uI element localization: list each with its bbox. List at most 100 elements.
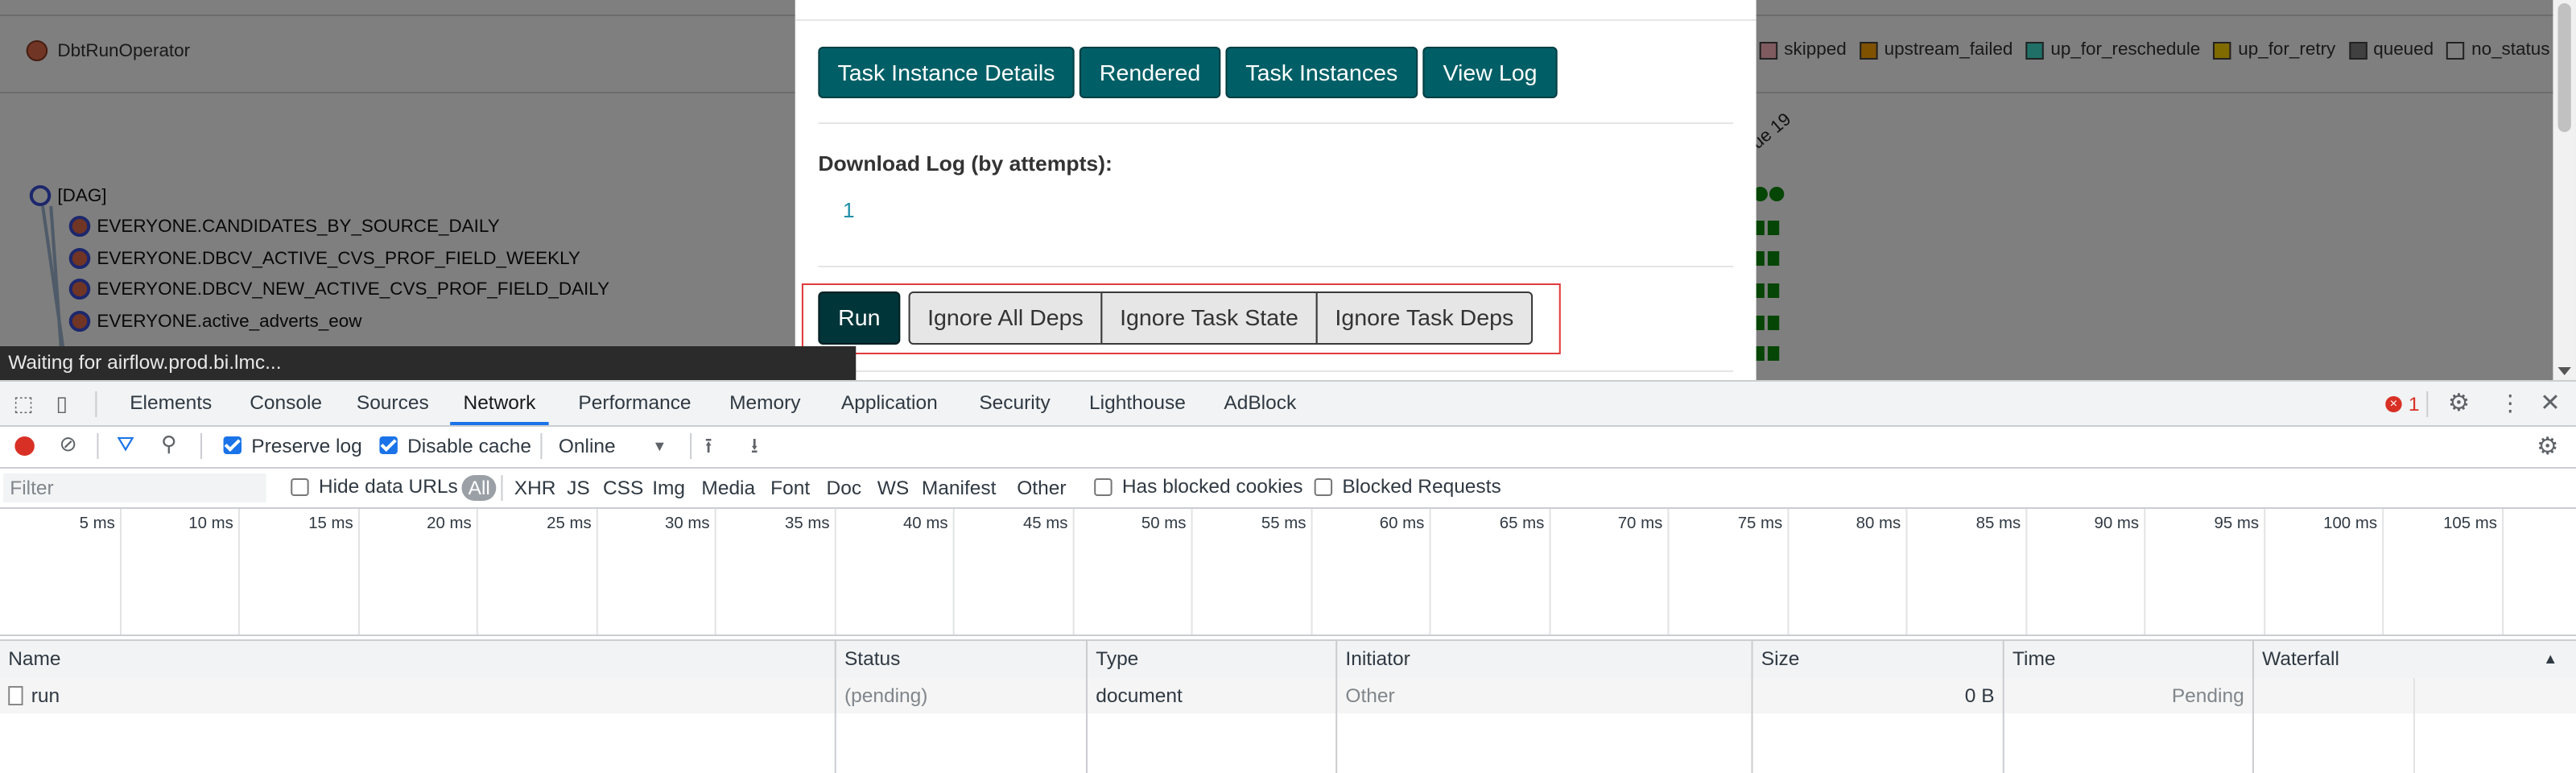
column-divider	[2252, 713, 2254, 773]
tab-sources[interactable]: Sources	[357, 382, 429, 425]
timeline-gridline	[1191, 509, 1193, 635]
type-filter-all[interactable]: All	[461, 475, 497, 501]
tab-memory[interactable]: Memory	[729, 382, 800, 425]
status-bar-tooltip: Waiting for airflow.prod.bi.lmc...	[0, 346, 857, 380]
modal-divider	[818, 266, 1734, 267]
timeline-tick-label: 5 ms	[79, 515, 115, 533]
type-filter-css[interactable]: CSS	[603, 475, 643, 501]
column-header-name[interactable]: Name	[0, 641, 836, 678]
preserve-log-checkbox[interactable]	[223, 436, 242, 454]
tab-network[interactable]: Network	[450, 382, 549, 425]
has-blocked-cookies-label: Has blocked cookies	[1121, 475, 1303, 498]
error-counter[interactable]: × 1	[2385, 393, 2419, 415]
filter-input[interactable]: Filter	[3, 473, 266, 502]
type-filter-manifest[interactable]: Manifest	[922, 475, 997, 501]
timeline-tick-label: 50 ms	[1141, 515, 1187, 533]
run-button[interactable]: Run	[818, 291, 901, 345]
timeline-gridline	[476, 509, 478, 635]
timeline-tick-label: 95 ms	[2214, 515, 2260, 533]
column-divider	[2002, 713, 2004, 773]
table-row[interactable]: run (pending) document Other 0 B Pending	[0, 678, 2576, 713]
type-filter-media[interactable]: Media	[701, 475, 755, 501]
device-toolbar-icon[interactable]: ▯	[56, 382, 68, 425]
close-devtools-icon[interactable]: ✕	[2540, 382, 2561, 425]
has-blocked-cookies-checkbox[interactable]	[1094, 478, 1113, 496]
timeline-tick-label: 65 ms	[1499, 515, 1545, 533]
sort-ascending-icon[interactable]: ▲	[2543, 651, 2557, 667]
type-filter-js[interactable]: JS	[567, 475, 590, 501]
scroll-down-icon[interactable]	[2557, 367, 2571, 375]
task-instance-modal: Task Instance Details Rendered Task Inst…	[795, 0, 1757, 380]
timeline-gridline	[1072, 509, 1075, 635]
record-icon[interactable]	[14, 436, 35, 456]
timeline-tick-label: 1	[2522, 515, 2576, 533]
timeline-gridline	[2144, 509, 2146, 635]
download-log-title: Download Log (by attempts):	[818, 151, 1113, 176]
divider	[2426, 391, 2429, 417]
type-filter-other[interactable]: Other	[1017, 475, 1066, 501]
type-filter-xhr[interactable]: XHR	[514, 475, 556, 501]
screen: DbtRunOperator [DAG] EVERYONE.CANDIDATES…	[0, 0, 2576, 773]
type-filter-img[interactable]: Img	[652, 475, 685, 501]
timeline-tick-label: 30 ms	[665, 515, 710, 533]
view-log-button[interactable]: View Log	[1422, 47, 1558, 98]
type-filter-font[interactable]: Font	[770, 475, 810, 501]
rendered-button[interactable]: Rendered	[1079, 47, 1221, 98]
error-icon: ×	[2385, 396, 2402, 412]
tab-adblock[interactable]: AdBlock	[1224, 382, 1296, 425]
column-header-time[interactable]: Time	[2002, 641, 2252, 678]
throttling-select[interactable]: Online	[559, 435, 616, 457]
document-icon	[8, 686, 23, 705]
export-har-icon[interactable]: ⭳	[751, 432, 758, 467]
scrollbar-thumb[interactable]	[2557, 3, 2571, 132]
column-divider	[1085, 713, 1088, 773]
column-header-type[interactable]: Type	[1085, 641, 1335, 678]
timeline-tick-label: 40 ms	[902, 515, 948, 533]
error-count: 1	[2408, 393, 2420, 415]
modal-divider	[795, 19, 1757, 21]
tab-application[interactable]: Application	[841, 382, 938, 425]
timeline-gridline	[1905, 509, 1908, 635]
tab-elements[interactable]: Elements	[130, 382, 212, 425]
clear-icon[interactable]: ⊘	[59, 432, 76, 457]
timeline-tick-label: 45 ms	[1022, 515, 1068, 533]
tab-security[interactable]: Security	[979, 382, 1050, 425]
type-filter-ws[interactable]: WS	[877, 475, 909, 501]
task-instances-button[interactable]: Task Instances	[1225, 47, 1418, 98]
type-filter-doc[interactable]: Doc	[827, 475, 862, 501]
network-overview-timeline[interactable]: 5 ms 10 ms 15 ms 20 ms 25 ms 30 ms 35 ms 40 ms 4…	[0, 509, 2576, 636]
modal-divider	[818, 122, 1734, 124]
table-header: Name Status Type Initiator Size Time Wat…	[0, 639, 2576, 680]
column-header-waterfall[interactable]: Waterfall	[2252, 641, 2576, 678]
ignore-task-state-button[interactable]: Ignore Task State	[1100, 291, 1318, 345]
hide-data-urls-checkbox[interactable]	[291, 478, 309, 496]
chevron-down-icon[interactable]: ▼	[652, 438, 667, 454]
column-divider	[834, 713, 836, 773]
blocked-requests-checkbox[interactable]	[1314, 478, 1333, 496]
more-options-icon[interactable]: ⋮	[2499, 382, 2522, 425]
timeline-tick-label: 70 ms	[1617, 515, 1663, 533]
tab-console[interactable]: Console	[250, 382, 322, 425]
ignore-all-deps-button[interactable]: Ignore All Deps	[908, 291, 1103, 345]
timeline-gridline	[1667, 509, 1670, 635]
filter-icon[interactable]: ⛛	[117, 432, 134, 457]
settings-gear-icon[interactable]: ⚙	[2448, 382, 2470, 425]
column-header-size[interactable]: Size	[1751, 641, 2002, 678]
column-header-status[interactable]: Status	[834, 641, 1086, 678]
waterfall-gridline	[2413, 713, 2415, 773]
timeline-gridline	[596, 509, 598, 635]
attempt-log-link[interactable]: 1	[843, 198, 855, 222]
column-header-initiator[interactable]: Initiator	[1335, 641, 1752, 678]
import-har-icon[interactable]: ⭱	[705, 432, 712, 467]
ignore-task-deps-button[interactable]: Ignore Task Deps	[1315, 291, 1534, 345]
disable-cache-checkbox[interactable]	[379, 436, 398, 454]
tab-lighthouse[interactable]: Lighthouse	[1089, 382, 1186, 425]
page-scrollbar[interactable]	[2553, 0, 2576, 380]
search-icon[interactable]: ⚲	[161, 432, 176, 457]
task-instance-details-button[interactable]: Task Instance Details	[818, 47, 1075, 98]
network-settings-gear-icon[interactable]: ⚙	[2537, 432, 2558, 461]
inspect-element-icon[interactable]: ⬚	[13, 382, 33, 425]
tab-performance[interactable]: Performance	[578, 382, 691, 425]
divider	[97, 433, 99, 459]
network-request-table: Name Status Type Initiator Size Time Wat…	[0, 639, 2576, 773]
